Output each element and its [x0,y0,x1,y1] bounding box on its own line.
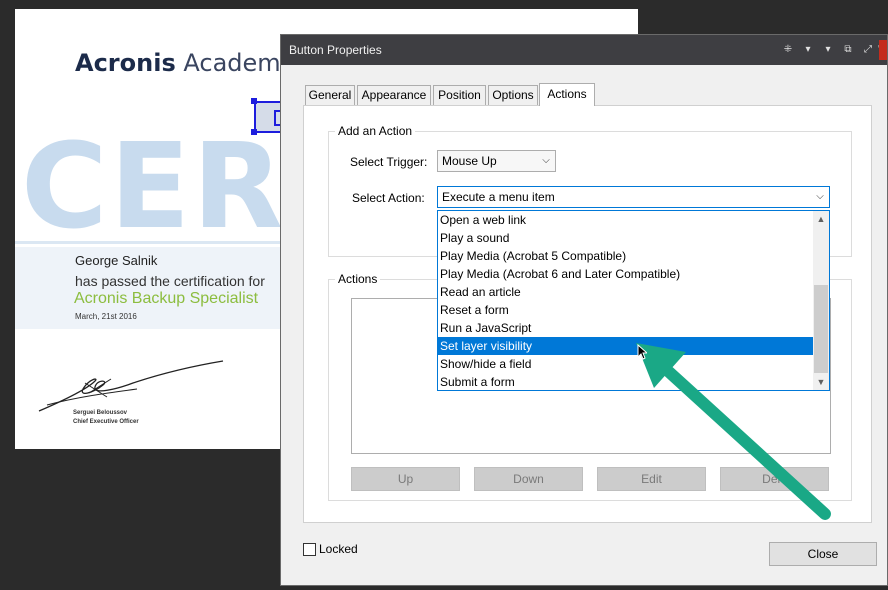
maximize-icon[interactable]: ⤢ [861,43,875,57]
signer-name: Serguei Beloussov [73,410,128,416]
dropdown-option[interactable]: Reset a form [438,301,814,319]
dropdown-option[interactable]: Read an article [438,283,814,301]
tab-position[interactable]: Position [433,85,486,105]
dropdown-option[interactable]: Play a sound [438,229,814,247]
tab-options[interactable]: Options [488,85,538,105]
select-trigger-label: Select Trigger: [350,155,428,169]
tab-general[interactable]: General [305,85,355,105]
up-button[interactable]: Up [351,467,460,491]
dropdown-option[interactable]: Open a web link [438,211,814,229]
options-icon[interactable]: ▾ [821,43,835,57]
trigger-select-value: Mouse Up [442,154,497,168]
collapse-icon[interactable]: ▾ [801,43,815,57]
locked-label: Locked [319,542,358,556]
dialog-title: Button Properties [289,43,382,57]
resize-handle[interactable] [251,98,257,104]
dialog-titlebar[interactable]: Button Properties ⁜ ▾ ▾ ⧉ ⤢ ⤡ [281,35,887,65]
pin-icon[interactable]: ⁜ [781,43,795,57]
brand-logo: Acronis Academy [75,49,295,77]
action-select[interactable]: Execute a menu item ⌵ [437,186,830,208]
dropdown-option[interactable]: Play Media (Acrobat 6 and Later Compatib… [438,265,814,283]
dropdown-option-selected[interactable]: Set layer visibility [438,337,814,355]
signer-title: Chief Executive Officer [73,419,139,425]
course-name: Acronis Backup Specialist [74,290,259,307]
dropdown-option[interactable]: Run a JavaScript [438,319,814,337]
dropdown-option[interactable]: Show/hide a field [438,355,814,373]
edit-button[interactable]: Edit [597,467,706,491]
dropdown-scrollbar[interactable]: ▲ ▼ [813,211,829,390]
restore-icon[interactable]: ⧉ [841,43,855,57]
recipient-name: George Salnik [75,253,158,268]
button-properties-dialog: Button Properties ⁜ ▾ ▾ ⧉ ⤢ ⤡ General Ap… [280,34,888,586]
close-button[interactable]: Close [769,542,877,566]
scroll-thumb[interactable] [814,285,828,373]
delete-button[interactable]: Dele [720,467,829,491]
action-dropdown-list: Open a web link Play a sound Play Media … [437,210,830,391]
dropdown-option[interactable]: Submit a form [438,373,814,391]
tab-appearance[interactable]: Appearance [357,85,431,105]
brand-light: Academy [183,49,295,77]
actions-group-label: Actions [335,272,381,286]
down-button[interactable]: Down [474,467,583,491]
resize-handle[interactable] [251,129,257,135]
locked-checkbox[interactable] [303,543,316,556]
action-select-value: Execute a menu item [442,190,555,204]
dropdown-option[interactable]: Play Media (Acrobat 5 Compatible) [438,247,814,265]
certificate-date: March, 21st 2016 [75,312,137,321]
scroll-down-icon[interactable]: ▼ [813,374,829,390]
chevron-down-icon[interactable]: ⌵ [811,187,829,207]
chevron-down-icon[interactable]: ⌵ [537,151,555,171]
signature-image [38,360,224,412]
trigger-select[interactable]: Mouse Up ⌵ [437,150,556,172]
mouse-cursor-icon [637,344,647,360]
scroll-up-icon[interactable]: ▲ [813,211,829,227]
close-icon[interactable] [879,40,887,60]
select-action-label: Select Action: [352,191,425,205]
add-action-group-label: Add an Action [335,124,416,138]
brand-bold: Acronis [75,49,176,77]
tab-actions[interactable]: Actions [539,83,595,106]
passed-text: has passed the certification for [75,273,265,289]
